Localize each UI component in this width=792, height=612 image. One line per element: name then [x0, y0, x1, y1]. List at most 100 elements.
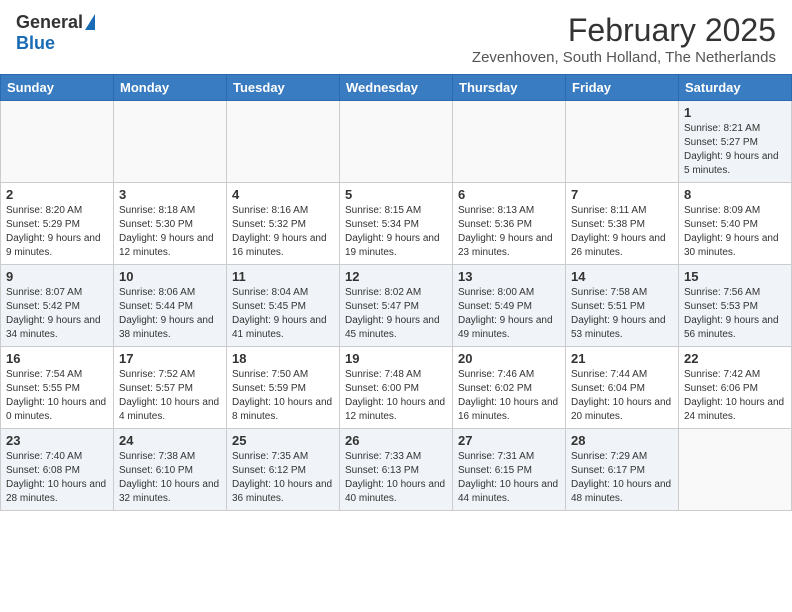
calendar-cell [1, 101, 114, 183]
day-number: 12 [345, 269, 447, 284]
day-number: 7 [571, 187, 673, 202]
day-number: 22 [684, 351, 786, 366]
day-info: Sunrise: 7:54 AM Sunset: 5:55 PM Dayligh… [6, 368, 108, 424]
day-info: Sunrise: 8:02 AM Sunset: 5:47 PM Dayligh… [345, 286, 447, 342]
calendar-cell: 17 Sunrise: 7:52 AM Sunset: 5:57 PM Dayli… [114, 347, 227, 429]
day-info: Sunrise: 7:35 AM Sunset: 6:12 PM Dayligh… [232, 450, 334, 506]
calendar-header-wednesday: Wednesday [340, 75, 453, 101]
calendar-cell: 3 Sunrise: 8:18 AM Sunset: 5:30 PM Daylig… [114, 183, 227, 265]
calendar-cell: 13 Sunrise: 8:00 AM Sunset: 5:49 PM Dayli… [453, 265, 566, 347]
day-info: Sunrise: 7:58 AM Sunset: 5:51 PM Dayligh… [571, 286, 673, 342]
calendar-week-row-3: 9 Sunrise: 8:07 AM Sunset: 5:42 PM Daylig… [1, 265, 792, 347]
calendar-header-tuesday: Tuesday [227, 75, 340, 101]
calendar-cell [453, 101, 566, 183]
day-info: Sunrise: 8:16 AM Sunset: 5:32 PM Dayligh… [232, 204, 334, 260]
day-info: Sunrise: 7:38 AM Sunset: 6:10 PM Dayligh… [119, 450, 221, 506]
logo: General Blue [16, 12, 95, 54]
logo-blue-text: Blue [16, 33, 55, 54]
title-section: February 2025 Zevenhoven, South Holland,… [472, 12, 776, 66]
calendar-cell: 28Sunrise: 7:29 AM Sunset: 6:17 PM Dayli… [566, 429, 679, 511]
calendar-cell: 14 Sunrise: 7:58 AM Sunset: 5:51 PM Dayli… [566, 265, 679, 347]
calendar-cell [679, 429, 792, 511]
day-number: 28 [571, 433, 673, 448]
calendar-cell: 11 Sunrise: 8:04 AM Sunset: 5:45 PM Dayli… [227, 265, 340, 347]
calendar-cell: 6 Sunrise: 8:13 AM Sunset: 5:36 PM Daylig… [453, 183, 566, 265]
day-number: 16 [6, 351, 108, 366]
calendar-week-row-4: 16 Sunrise: 7:54 AM Sunset: 5:55 PM Dayli… [1, 347, 792, 429]
day-info: Sunrise: 7:50 AM Sunset: 5:59 PM Dayligh… [232, 368, 334, 424]
day-number: 3 [119, 187, 221, 202]
calendar-header-sunday: Sunday [1, 75, 114, 101]
day-number: 26 [345, 433, 447, 448]
day-info: Sunrise: 8:06 AM Sunset: 5:44 PM Dayligh… [119, 286, 221, 342]
calendar-cell: 9 Sunrise: 8:07 AM Sunset: 5:42 PM Daylig… [1, 265, 114, 347]
calendar-header-saturday: Saturday [679, 75, 792, 101]
month-title: February 2025 [472, 12, 776, 49]
calendar-header-thursday: Thursday [453, 75, 566, 101]
day-info: Sunrise: 7:56 AM Sunset: 5:53 PM Dayligh… [684, 286, 786, 342]
calendar-cell: 10 Sunrise: 8:06 AM Sunset: 5:44 PM Dayli… [114, 265, 227, 347]
calendar-cell [566, 101, 679, 183]
day-number: 23 [6, 433, 108, 448]
day-info: Sunrise: 8:07 AM Sunset: 5:42 PM Dayligh… [6, 286, 108, 342]
day-number: 4 [232, 187, 334, 202]
day-number: 25 [232, 433, 334, 448]
day-number: 9 [6, 269, 108, 284]
calendar-table: SundayMondayTuesdayWednesdayThursdayFrid… [0, 74, 792, 511]
calendar-cell: 23 Sunrise: 7:40 AM Sunset: 6:08 PM Dayli… [1, 429, 114, 511]
day-number: 2 [6, 187, 108, 202]
calendar-cell: 15 Sunrise: 7:56 AM Sunset: 5:53 PM Dayli… [679, 265, 792, 347]
calendar-cell: 27 Sunrise: 7:31 AM Sunset: 6:15 PM Dayli… [453, 429, 566, 511]
day-info: Sunrise: 7:31 AM Sunset: 6:15 PM Dayligh… [458, 450, 560, 506]
location-title: Zevenhoven, South Holland, The Netherlan… [472, 49, 776, 66]
calendar-cell: 7 Sunrise: 8:11 AM Sunset: 5:38 PM Daylig… [566, 183, 679, 265]
day-info: Sunrise: 7:48 AM Sunset: 6:00 PM Dayligh… [345, 368, 447, 424]
day-info: Sunrise: 8:11 AM Sunset: 5:38 PM Dayligh… [571, 204, 673, 260]
logo-general-text: General [16, 12, 83, 33]
day-info: Sunrise: 8:20 AM Sunset: 5:29 PM Dayligh… [6, 204, 108, 260]
day-info: Sunrise: 8:04 AM Sunset: 5:45 PM Dayligh… [232, 286, 334, 342]
day-number: 1 [684, 105, 786, 120]
day-number: 15 [684, 269, 786, 284]
calendar-header-row: SundayMondayTuesdayWednesdayThursdayFrid… [1, 75, 792, 101]
day-info: Sunrise: 7:40 AM Sunset: 6:08 PM Dayligh… [6, 450, 108, 506]
calendar-cell: 2 Sunrise: 8:20 AM Sunset: 5:29 PM Daylig… [1, 183, 114, 265]
day-number: 13 [458, 269, 560, 284]
calendar-header-friday: Friday [566, 75, 679, 101]
day-number: 10 [119, 269, 221, 284]
day-info: Sunrise: 7:52 AM Sunset: 5:57 PM Dayligh… [119, 368, 221, 424]
calendar-week-row-2: 2 Sunrise: 8:20 AM Sunset: 5:29 PM Daylig… [1, 183, 792, 265]
day-info: Sunrise: 8:13 AM Sunset: 5:36 PM Dayligh… [458, 204, 560, 260]
calendar-cell: 12 Sunrise: 8:02 AM Sunset: 5:47 PM Dayli… [340, 265, 453, 347]
day-number: 5 [345, 187, 447, 202]
day-number: 14 [571, 269, 673, 284]
day-number: 17 [119, 351, 221, 366]
calendar-cell: 25 Sunrise: 7:35 AM Sunset: 6:12 PM Dayli… [227, 429, 340, 511]
day-number: 20 [458, 351, 560, 366]
day-info: Sunrise: 7:46 AM Sunset: 6:02 PM Dayligh… [458, 368, 560, 424]
calendar-header-monday: Monday [114, 75, 227, 101]
logo-triangle-icon [85, 14, 95, 30]
day-number: 27 [458, 433, 560, 448]
calendar-cell: 8 Sunrise: 8:09 AM Sunset: 5:40 PM Daylig… [679, 183, 792, 265]
day-number: 18 [232, 351, 334, 366]
day-number: 8 [684, 187, 786, 202]
day-info: Sunrise: 8:18 AM Sunset: 5:30 PM Dayligh… [119, 204, 221, 260]
calendar-cell: 19 Sunrise: 7:48 AM Sunset: 6:00 PM Dayli… [340, 347, 453, 429]
day-info: Sunrise: 8:09 AM Sunset: 5:40 PM Dayligh… [684, 204, 786, 260]
day-number: 6 [458, 187, 560, 202]
calendar-cell: 16 Sunrise: 7:54 AM Sunset: 5:55 PM Dayli… [1, 347, 114, 429]
day-number: 24 [119, 433, 221, 448]
day-info: Sunrise: 7:44 AM Sunset: 6:04 PM Dayligh… [571, 368, 673, 424]
day-info: Sunrise: 8:00 AM Sunset: 5:49 PM Dayligh… [458, 286, 560, 342]
calendar-cell: 26Sunrise: 7:33 AM Sunset: 6:13 PM Dayli… [340, 429, 453, 511]
calendar-cell [227, 101, 340, 183]
calendar-cell: 1Sunrise: 8:21 AM Sunset: 5:27 PM Daylig… [679, 101, 792, 183]
day-number: 19 [345, 351, 447, 366]
day-number: 21 [571, 351, 673, 366]
day-info: Sunrise: 8:15 AM Sunset: 5:34 PM Dayligh… [345, 204, 447, 260]
day-number: 11 [232, 269, 334, 284]
calendar-cell: 21 Sunrise: 7:44 AM Sunset: 6:04 PM Dayli… [566, 347, 679, 429]
calendar-cell [114, 101, 227, 183]
calendar-cell: 18 Sunrise: 7:50 AM Sunset: 5:59 PM Dayli… [227, 347, 340, 429]
